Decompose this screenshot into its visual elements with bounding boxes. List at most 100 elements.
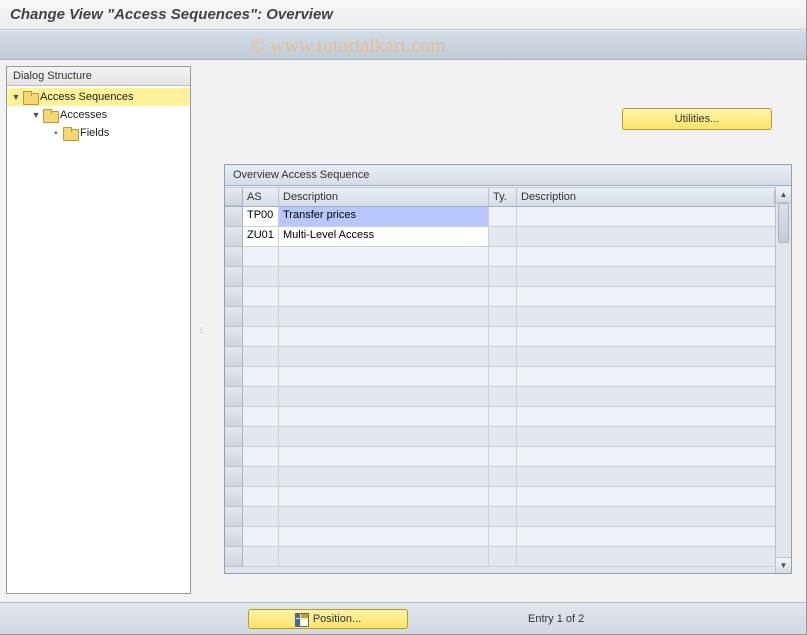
- cell-as[interactable]: ZU01: [243, 227, 279, 247]
- cell-type[interactable]: [489, 227, 517, 247]
- cell-description: [279, 347, 489, 367]
- cell-description: [279, 447, 489, 467]
- cell-description2: [517, 287, 791, 307]
- row-selector[interactable]: [225, 527, 243, 547]
- row-selector[interactable]: [225, 487, 243, 507]
- cell-description2: [517, 367, 791, 387]
- cell-as: [243, 487, 279, 507]
- table-row[interactable]: [225, 307, 791, 327]
- cell-description: [279, 267, 489, 287]
- overview-table: Overview Access Sequence AS Description …: [224, 164, 792, 574]
- cell-description[interactable]: Multi-Level Access: [279, 227, 489, 247]
- grid-body: TP00Transfer pricesZU01Multi-Level Acces…: [225, 207, 791, 573]
- table-row[interactable]: [225, 247, 791, 267]
- tree-node-label: Access Sequences: [40, 91, 134, 103]
- cell-type[interactable]: [489, 207, 517, 227]
- row-selector[interactable]: [225, 227, 243, 247]
- row-selector[interactable]: [225, 507, 243, 527]
- dialog-structure-panel: Dialog Structure ▼Access Sequences▼Acces…: [6, 66, 191, 594]
- cell-as: [243, 447, 279, 467]
- cell-description2: [517, 347, 791, 367]
- cell-type: [489, 487, 517, 507]
- row-selector[interactable]: [225, 207, 243, 227]
- table-row[interactable]: ZU01Multi-Level Access: [225, 227, 791, 247]
- cell-description2: [517, 467, 791, 487]
- cell-description: [279, 507, 489, 527]
- cell-description: [279, 547, 489, 567]
- folder-icon: [23, 91, 37, 103]
- cell-description2: [517, 267, 791, 287]
- row-selector[interactable]: [225, 267, 243, 287]
- col-header-desc2[interactable]: Description: [517, 188, 791, 206]
- row-selector[interactable]: [225, 547, 243, 567]
- row-selector[interactable]: [225, 287, 243, 307]
- row-selector[interactable]: [225, 407, 243, 427]
- cell-as: [243, 407, 279, 427]
- cell-description: [279, 527, 489, 547]
- entry-counter: Entry 1 of 2: [528, 613, 584, 625]
- row-selector[interactable]: [225, 467, 243, 487]
- cell-description2[interactable]: [517, 227, 791, 247]
- tree-node-fields[interactable]: •Fields: [7, 124, 190, 142]
- select-all-handle[interactable]: [225, 188, 243, 206]
- folder-icon: [63, 127, 77, 139]
- table-row[interactable]: [225, 327, 791, 347]
- cell-description2[interactable]: [517, 207, 791, 227]
- table-row[interactable]: TP00Transfer prices: [225, 207, 791, 227]
- position-button[interactable]: Position...: [248, 609, 408, 629]
- table-row[interactable]: [225, 427, 791, 447]
- splitter-handle[interactable]: ⋮: [199, 66, 204, 594]
- position-button-label: Position...: [313, 613, 361, 625]
- row-selector[interactable]: [225, 447, 243, 467]
- table-row[interactable]: [225, 467, 791, 487]
- scroll-down-icon[interactable]: ▼: [776, 557, 791, 573]
- cell-type: [489, 347, 517, 367]
- scroll-up-icon[interactable]: ▲: [776, 187, 791, 203]
- table-row[interactable]: [225, 407, 791, 427]
- table-row[interactable]: [225, 267, 791, 287]
- table-row[interactable]: [225, 347, 791, 367]
- grid: AS Description Ty. Description ▦ TP00Tra…: [225, 187, 791, 573]
- table-row[interactable]: [225, 367, 791, 387]
- vertical-scrollbar[interactable]: ▲ ▼: [775, 187, 791, 573]
- table-row[interactable]: [225, 487, 791, 507]
- cell-type: [489, 247, 517, 267]
- twisty-closed-icon[interactable]: •: [51, 128, 61, 138]
- table-row[interactable]: [225, 527, 791, 547]
- cell-as: [243, 307, 279, 327]
- row-selector[interactable]: [225, 367, 243, 387]
- row-selector[interactable]: [225, 307, 243, 327]
- folder-icon: [43, 109, 57, 121]
- cell-description[interactable]: Transfer prices: [279, 207, 489, 227]
- tree-node-accesses[interactable]: ▼Accesses: [7, 106, 190, 124]
- col-header-as[interactable]: AS: [243, 188, 279, 206]
- table-row[interactable]: [225, 287, 791, 307]
- cell-type: [489, 407, 517, 427]
- row-selector[interactable]: [225, 347, 243, 367]
- cell-description2: [517, 527, 791, 547]
- cell-type: [489, 307, 517, 327]
- row-selector[interactable]: [225, 247, 243, 267]
- utilities-button[interactable]: Utilities...: [622, 108, 772, 130]
- tree-node-access-sequences[interactable]: ▼ Access Sequences: [7, 88, 190, 106]
- row-selector[interactable]: [225, 387, 243, 407]
- cell-as[interactable]: TP00: [243, 207, 279, 227]
- cell-as: [243, 287, 279, 307]
- cell-type: [489, 427, 517, 447]
- twisty-open-icon[interactable]: ▼: [31, 110, 41, 120]
- row-selector[interactable]: [225, 427, 243, 447]
- table-row[interactable]: [225, 507, 791, 527]
- row-selector[interactable]: [225, 327, 243, 347]
- cell-as: [243, 467, 279, 487]
- cell-description2: [517, 507, 791, 527]
- table-row[interactable]: [225, 547, 791, 567]
- col-header-desc1[interactable]: Description: [279, 188, 489, 206]
- col-header-ty[interactable]: Ty.: [489, 188, 517, 206]
- cell-type: [489, 507, 517, 527]
- table-row[interactable]: [225, 447, 791, 467]
- twisty-open-icon[interactable]: ▼: [11, 92, 21, 102]
- table-row[interactable]: [225, 387, 791, 407]
- cell-type: [489, 527, 517, 547]
- scroll-thumb[interactable]: [778, 203, 789, 243]
- scroll-track[interactable]: [776, 203, 791, 557]
